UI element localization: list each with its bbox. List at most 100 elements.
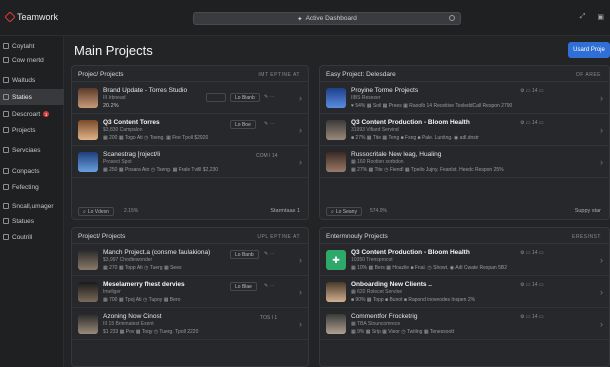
project-row[interactable]: ✚ Q3 Content Production - Bloom Health 1… — [320, 245, 609, 276]
search-icon: ⌕ — [331, 208, 334, 215]
sidebar-item-waltuds[interactable]: Waltuds — [0, 72, 64, 88]
expand-icon[interactable]: ⤢ — [580, 13, 586, 21]
avatar — [326, 120, 346, 140]
project-row[interactable]: Q3 Content Torres $3,830 Campalon ▦ 200 … — [72, 115, 308, 146]
search-icon: ⌕ — [83, 208, 86, 215]
sidebar-item-statues[interactable]: Statues — [0, 213, 64, 229]
sparkle-icon: ✦ — [297, 15, 303, 23]
sidebar-item-label: Waltuds — [12, 76, 36, 84]
project-subtitle: 31993 Vifiard Servind — [351, 127, 399, 133]
project-subtitle: IIBS Resexer — [351, 95, 381, 101]
sidebar-item-services[interactable]: Servciaes — [0, 142, 64, 158]
sidebar-item-cow-rnertd[interactable]: Cow rnertd — [0, 52, 64, 68]
avatar — [78, 282, 98, 302]
edit-icon[interactable]: ✎ ⋯ — [264, 121, 275, 127]
chevron-right-icon[interactable]: › — [299, 125, 302, 135]
sidebar-item-sncall-umager[interactable]: Sncall,umager — [0, 198, 64, 214]
row-actions[interactable]: ⚙ ▭ 14 ▭ — [520, 88, 544, 94]
project-subtitle: ▦ TBA Stouncomrece — [351, 321, 401, 327]
project-meta: ▦ 9% ▦ Srip ▦ Vieor ◷ Twitlng ▦ Tenessoo… — [351, 329, 455, 335]
filter-chip[interactable]: ⌕ Lo Seany — [326, 207, 362, 216]
row-code: COM I 14 — [256, 153, 278, 159]
chevron-right-icon[interactable]: › — [600, 93, 603, 103]
sidebar-item-coutrill[interactable]: Coutrill — [0, 229, 64, 245]
chevron-right-icon[interactable]: › — [600, 157, 603, 167]
project-meta: ♥ 54% ▦ Soil ▦ Prees ▦ Raoolb 14 Receiti… — [351, 103, 513, 109]
inbox-icon — [3, 111, 9, 117]
edit-icon[interactable]: ✎ ⋯ — [264, 94, 275, 100]
chevron-right-icon[interactable]: › — [299, 287, 302, 297]
chevron-right-icon[interactable]: › — [600, 287, 603, 297]
progress-chip[interactable] — [206, 93, 226, 102]
sidebar-item-staties[interactable]: Staties — [0, 89, 64, 105]
search-bar[interactable]: ✦ Active Dashboard — [193, 12, 461, 25]
chevron-right-icon[interactable]: › — [600, 125, 603, 135]
filter-chip[interactable]: ⌕ Lo Vdesn — [78, 207, 114, 216]
brand[interactable]: Teamwork — [4, 11, 58, 23]
projects-panel-secondary: Project/ Projects UPL EPTINE AT Manch Pro… — [71, 227, 309, 367]
sidebar-item-label: Descroart — [12, 110, 41, 118]
project-row[interactable]: Q3 Content Production - Bloom Health 319… — [320, 115, 609, 146]
project-subtitle: 10350 Trensprocot — [351, 257, 393, 263]
project-meta: ▦ 10% ▦ Bers ▦ Hoazile ■ Fnal. ◷ Showt. … — [351, 265, 507, 271]
projects-icon — [3, 127, 9, 133]
project-row[interactable]: Russocritale New leag, Hualing ▦ 160 Roo… — [320, 147, 609, 178]
chevron-right-icon[interactable]: › — [600, 319, 603, 329]
chevron-right-icon[interactable]: › — [600, 255, 603, 265]
sidebar-item-projects[interactable]: Projects — [0, 122, 64, 138]
sidebar-item-label: Coytaht — [12, 42, 35, 50]
project-row[interactable]: Scanestrag [roject/li Prosect Spot ▦ 250… — [72, 147, 308, 178]
tag-chip[interactable]: Lo Banb — [230, 250, 259, 259]
project-row[interactable]: Meselamerry fhest dervies Imellger ▦ 700… — [72, 277, 308, 308]
folder-icon — [3, 57, 9, 63]
avatar — [78, 152, 98, 172]
project-row[interactable]: Onboarding New Clients .. ▦ 620 Rolecet … — [320, 277, 609, 308]
project-subtitle: III 15 Brinmatest Exent — [103, 321, 154, 327]
primary-action-button[interactable]: Usard Proje — [568, 42, 610, 58]
top-bar: Teamwork ✦ Active Dashboard ⤢ ▣ — [0, 0, 610, 36]
row-actions[interactable]: ⚙ ▭ 14 ▭ — [520, 282, 544, 288]
edit-icon[interactable]: ✎ ⋯ — [264, 251, 275, 257]
project-subtitle: ▦ 620 Rolecet Servioe — [351, 289, 403, 295]
row-actions[interactable]: ⚙ ▭ 14 ▭ — [520, 314, 544, 320]
notification-icon[interactable]: ▣ — [597, 13, 604, 21]
sidebar-item-fefecting[interactable]: Fefecting — [0, 179, 64, 195]
search-label: Active Dashboard — [305, 15, 357, 22]
avatar — [326, 314, 346, 334]
sidebar-item-label: Sncall,umager — [12, 202, 54, 210]
bloom-logo-icon: ✚ — [326, 250, 346, 270]
project-title: Scanestrag [roject/li — [103, 151, 161, 158]
sidebar-item-contacts[interactable]: Conpacts — [0, 163, 64, 179]
footer-count: 1 — [296, 208, 300, 214]
sidebar-item-label: Servciaes — [12, 146, 41, 154]
avatar — [326, 152, 346, 172]
chevron-right-icon[interactable]: › — [299, 255, 302, 265]
sidebar-item-label: Statues — [12, 217, 35, 225]
chevron-right-icon[interactable]: › — [299, 157, 302, 167]
chevron-right-icon[interactable]: › — [299, 319, 302, 329]
filter-label: Lo Vdesn — [87, 208, 109, 215]
teamwork-logo-icon — [4, 11, 16, 23]
tag-chip[interactable]: Lo Boe — [230, 120, 256, 129]
sidebar-item-descroart[interactable]: Descroart 1 — [0, 106, 64, 122]
project-subtitle: Imellger — [103, 289, 121, 295]
sidebar-item-label: Cow rnertd — [12, 56, 44, 64]
row-actions[interactable]: ⚙ ▭ 14 ▭ — [520, 250, 544, 256]
project-title: Brand Update - Torres Studio — [103, 87, 188, 94]
search-icon[interactable] — [449, 15, 455, 21]
project-row[interactable]: Commentfor Frocketrig ▦ TBA Stouncomrece… — [320, 309, 609, 340]
row-actions[interactable]: ⚙ ▭ 14 ▭ — [520, 120, 544, 126]
project-row[interactable]: Azoning Now Cinost III 15 Brinmatest Exe… — [72, 309, 308, 340]
footer-label: Starmtaas — [270, 208, 296, 214]
project-row[interactable]: Manch Project.a (consme faulakiona) $3,9… — [72, 245, 308, 276]
tag-chip[interactable]: Lo Bianb — [230, 93, 260, 102]
sidebar-item-label: Projects — [12, 126, 36, 134]
box-icon — [3, 43, 9, 49]
project-row[interactable]: Brand Update - Torres Studio III Irbnead… — [72, 83, 308, 114]
project-subtitle: Prosect Spot — [103, 159, 132, 165]
chevron-right-icon[interactable]: › — [299, 93, 302, 103]
control-icon — [3, 234, 9, 240]
edit-icon[interactable]: ✎ ⋯ — [264, 283, 275, 289]
tag-chip[interactable]: Lo Blae — [230, 282, 257, 291]
project-row[interactable]: Proyine Torme Projects IIBS Resexer ♥ 54… — [320, 83, 609, 114]
